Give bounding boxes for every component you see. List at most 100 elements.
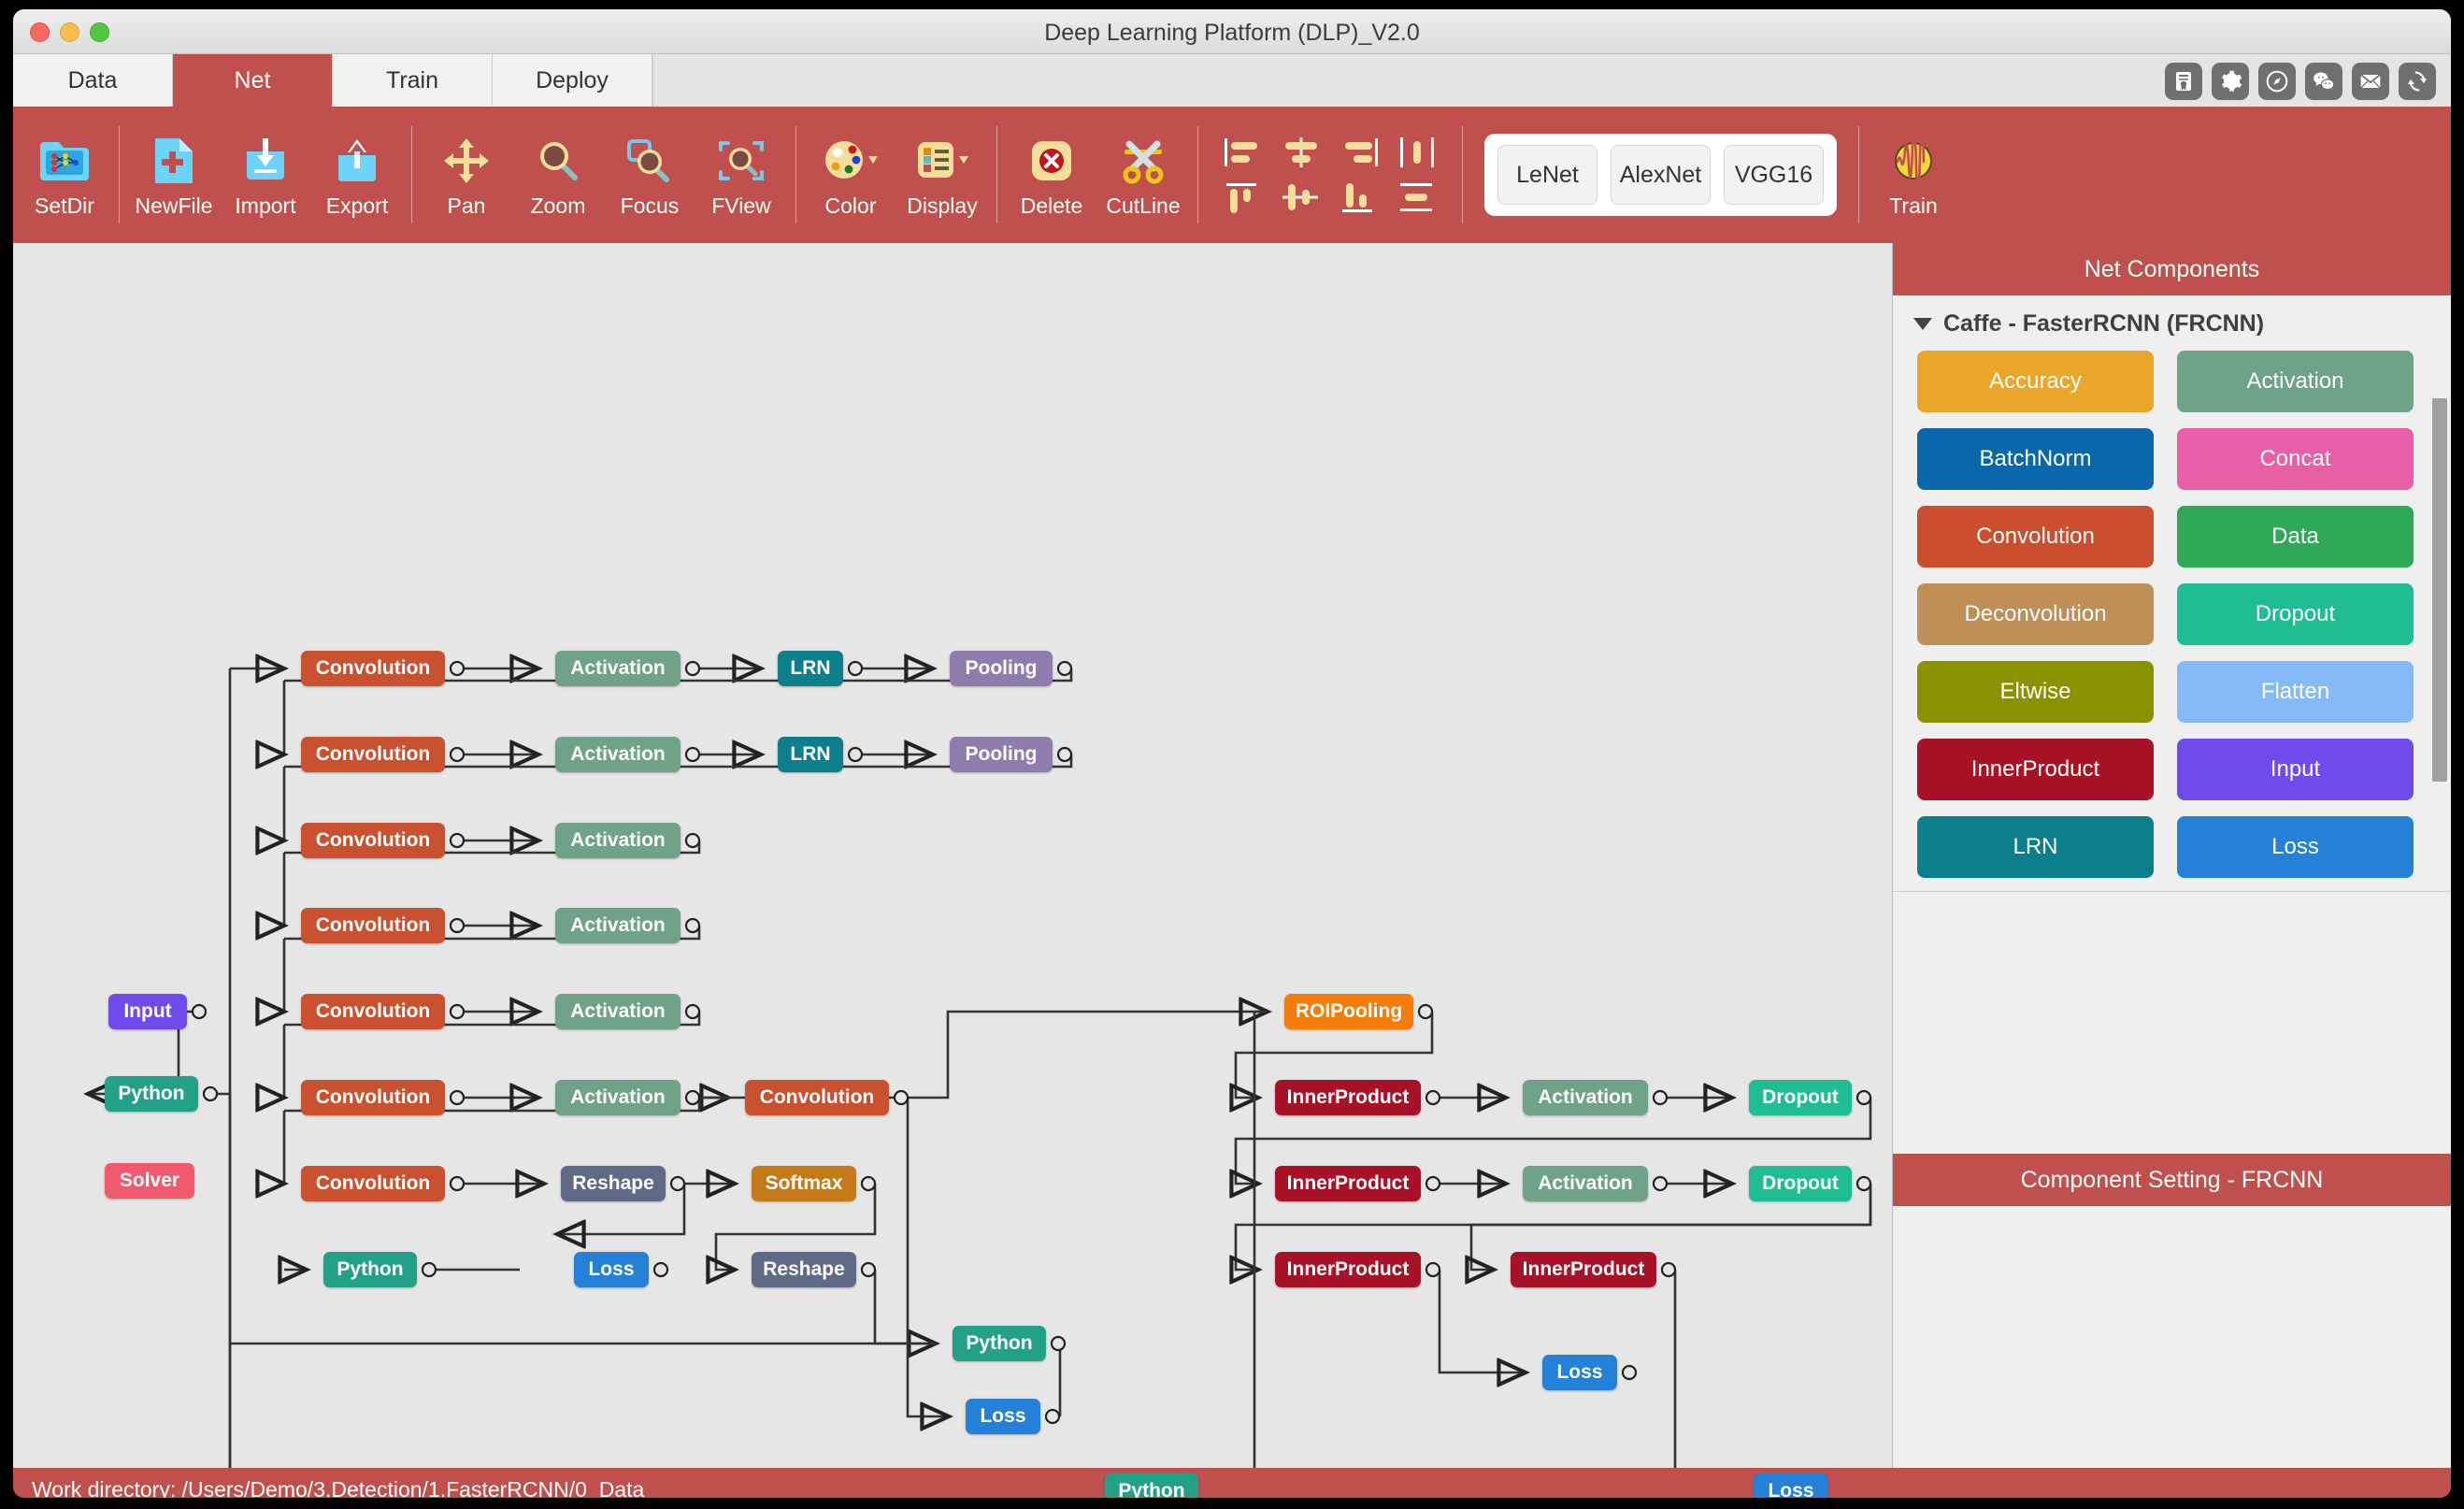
tab-train[interactable]: Train [333,54,493,107]
graph-node-python[interactable]: Python [105,1076,198,1112]
graph-node-pooling[interactable]: Pooling [950,651,1053,686]
component-group-header[interactable]: Caffe - FasterRCNN (FRCNN) [1893,295,2451,345]
import-button[interactable]: Import [220,117,311,233]
graph-node-convolution[interactable]: Convolution [301,1080,445,1115]
graph-node-innerproduct[interactable]: InnerProduct [1275,1166,1421,1201]
graph-node-convolution[interactable]: Convolution [301,994,445,1029]
net-canvas[interactable]: Convolution Activation LRN Pooling Convoluti… [13,243,1893,1498]
align-bottom-icon[interactable] [1333,177,1385,218]
setdir-button[interactable]: SetDir [19,117,110,233]
align-center-horizontal-icon[interactable] [1275,132,1327,173]
component-deconvolution[interactable]: Deconvolution [1917,583,2154,645]
newfile-button[interactable]: NewFile [128,117,220,233]
distribute-horizontal-icon[interactable] [1391,132,1443,173]
component-innerproduct[interactable]: InnerProduct [1917,739,2154,800]
tab-deploy[interactable]: Deploy [493,54,652,107]
graph-node-python[interactable]: Python [953,1326,1046,1361]
component-loss[interactable]: Loss [2177,816,2414,878]
preset-lenet[interactable]: LeNet [1497,145,1597,205]
graph-node-python[interactable]: Python [323,1252,417,1287]
color-button[interactable]: Color [805,117,896,233]
graph-node-convolution[interactable]: Convolution [745,1080,889,1115]
fview-button[interactable]: FView [695,117,787,233]
gear-icon[interactable] [2212,63,2249,100]
graph-node-activation[interactable]: Activation [1523,1080,1648,1115]
certificate-icon[interactable] [2165,63,2202,100]
graph-node-loss[interactable]: Loss [574,1252,649,1287]
component-dropout[interactable]: Dropout [2177,583,2414,645]
graph-node-activation[interactable]: Activation [555,1080,680,1115]
graph-node-convolution[interactable]: Convolution [301,823,445,858]
graph-node-activation[interactable]: Activation [555,651,680,686]
component-data[interactable]: Data [2177,506,2414,568]
display-button[interactable]: Display [896,117,988,233]
setdir-label: SetDir [35,194,94,218]
align-right-icon[interactable] [1333,132,1385,173]
graph-node-dropout[interactable]: Dropout [1749,1166,1852,1201]
component-eltwise[interactable]: Eltwise [1917,661,2154,723]
graph-node-convolution[interactable]: Convolution [301,737,445,772]
component-panel-scrollbar[interactable] [2432,398,2447,782]
compass-icon[interactable] [2258,63,2296,100]
component-lrn[interactable]: LRN [1917,816,2154,878]
component-concat[interactable]: Concat [2177,428,2414,490]
graph-node-lrn[interactable]: LRN [778,737,843,772]
graph-node-convolution[interactable]: Convolution [301,651,445,686]
graph-node-pooling[interactable]: Pooling [950,737,1053,772]
graph-node-loss[interactable]: Loss [1542,1355,1617,1390]
export-up-arrow-icon [333,130,381,192]
graph-node-python[interactable]: Python [1105,1473,1198,1498]
graph-node-activation[interactable]: Activation [555,823,680,858]
graph-node-reshape[interactable]: Reshape [561,1166,666,1201]
graph-node-activation[interactable]: Activation [1523,1166,1648,1201]
tab-net[interactable]: Net [173,54,333,107]
graph-node-convolution[interactable]: Convolution [301,1166,445,1201]
preset-alexnet[interactable]: AlexNet [1611,145,1711,205]
chevron-down-icon[interactable] [1913,318,1932,330]
graph-node-solver[interactable]: Solver [105,1163,194,1199]
zoom-button[interactable]: Zoom [512,117,604,233]
component-input[interactable]: Input [2177,739,2414,800]
distribute-vertical-icon[interactable] [1391,177,1443,218]
graph-node-roipooling[interactable]: ROIPooling [1284,994,1413,1029]
align-middle-vertical-icon[interactable] [1275,177,1327,218]
graph-node-softmax[interactable]: Softmax [752,1166,856,1201]
focus-button[interactable]: Focus [604,117,695,233]
graph-node-loss[interactable]: Loss [966,1399,1040,1434]
pan-button[interactable]: Pan [421,117,512,233]
toolbar-divider [1858,126,1859,223]
component-batchnorm[interactable]: BatchNorm [1917,428,2154,490]
component-setting-area[interactable] [1893,1206,2451,1468]
align-left-icon[interactable] [1217,132,1269,173]
preset-vgg16[interactable]: VGG16 [1724,145,1824,205]
mail-icon[interactable] [2352,63,2389,100]
toolbar-divider [1462,126,1463,223]
component-group-label: Caffe - FasterRCNN (FRCNN) [1943,310,2265,337]
component-flatten[interactable]: Flatten [2177,661,2414,723]
component-accuracy[interactable]: Accuracy [1917,351,2154,412]
export-button[interactable]: Export [311,117,403,233]
graph-node-lrn[interactable]: LRN [778,651,843,686]
graph-node-dropout[interactable]: Dropout [1749,1080,1852,1115]
graph-node-loss[interactable]: Loss [1754,1473,1828,1498]
graph-node-innerproduct[interactable]: InnerProduct [1275,1080,1421,1115]
graph-node-innerproduct[interactable]: InnerProduct [1275,1252,1421,1287]
component-activation[interactable]: Activation [2177,351,2414,412]
graph-node-reshape[interactable]: Reshape [752,1252,856,1287]
graph-node-activation[interactable]: Activation [555,994,680,1029]
cutline-button[interactable]: CutLine [1097,117,1189,233]
align-top-icon[interactable] [1217,177,1269,218]
graph-node-convolution[interactable]: Convolution [301,908,445,943]
graph-node-innerproduct[interactable]: InnerProduct [1511,1252,1656,1287]
wechat-icon[interactable] [2305,63,2342,100]
train-button[interactable]: Train [1868,117,1959,233]
refresh-icon[interactable] [2399,63,2436,100]
tab-data[interactable]: Data [13,54,173,107]
graph-node-input[interactable]: Input [108,994,187,1029]
folder-network-icon [37,130,92,192]
delete-button[interactable]: Delete [1006,117,1097,233]
graph-node-activation[interactable]: Activation [555,908,680,943]
component-convolution[interactable]: Convolution [1917,506,2154,568]
focus-magnifier-icon [623,130,676,192]
graph-node-activation[interactable]: Activation [555,737,680,772]
